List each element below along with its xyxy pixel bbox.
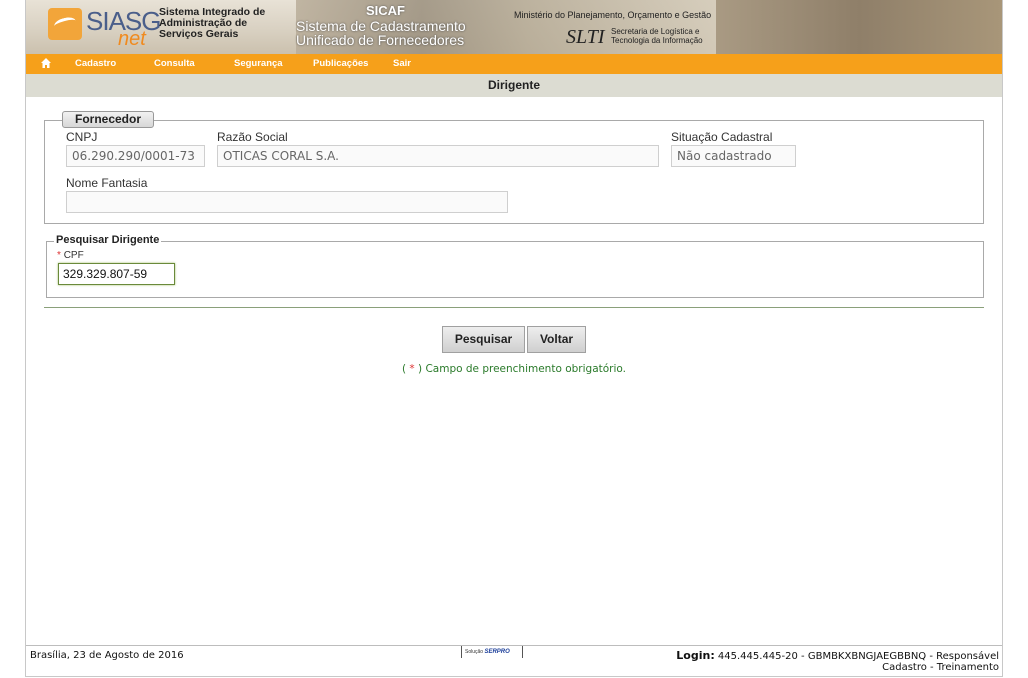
- sicaf-subtitle: Sistema de Cadastramento Unificado de Fo…: [296, 19, 466, 47]
- nome-fantasia-field: [66, 191, 508, 213]
- login-value: 445.445.445-20 - GBMBKXBNGJAEGBBNQ - Res…: [714, 651, 999, 662]
- page-frame: SIASG net Sistema Integrado de Administr…: [25, 0, 1003, 677]
- voltar-button[interactable]: Voltar: [527, 326, 586, 353]
- situacao-field: Não cadastrado: [671, 145, 796, 167]
- pesquisar-fieldset: [46, 241, 984, 298]
- razao-social-label: Razão Social: [217, 130, 288, 144]
- menu-sair[interactable]: Sair: [393, 58, 411, 69]
- slti-text-line: Secretaria de Logística e: [611, 27, 700, 36]
- siasg-logo: SIASG net: [48, 6, 161, 50]
- required-mark: *: [57, 250, 61, 261]
- login-line-1: Login: 445.445.445-20 - GBMBKXBNGJAEGBBN…: [676, 650, 999, 662]
- system-name: Sistema Integrado de Administração de Se…: [159, 7, 265, 40]
- serpro-logo: Solução SERPRO: [461, 646, 523, 658]
- cnpj-label: CNPJ: [66, 130, 98, 144]
- sicaf-subtitle-line: Unificado de Fornecedores: [296, 32, 465, 48]
- home-icon-svg: [41, 58, 51, 68]
- pesquisar-button[interactable]: Pesquisar: [442, 326, 525, 353]
- ministerio-text: Ministério do Planejamento, Orçamento e …: [514, 10, 712, 20]
- header-banner: SIASG net Sistema Integrado de Administr…: [26, 0, 1002, 54]
- login-line-2: Cadastro - Treinamento: [882, 662, 999, 673]
- cpf-label: CPF: [63, 250, 84, 261]
- cnpj-field: 06.290.290/0001-73: [66, 145, 205, 167]
- menu-publicacoes[interactable]: Publicações: [313, 58, 368, 69]
- menu-seguranca[interactable]: Segurança: [234, 58, 283, 69]
- slti-text-line: Tecnologia da Informação: [611, 36, 703, 45]
- fornecedor-legend: Fornecedor: [62, 111, 154, 128]
- slti-text: Secretaria de Logística e Tecnologia da …: [611, 27, 703, 45]
- menu-bar: Cadastro Consulta Segurança Publicações …: [26, 54, 1002, 74]
- sun-logo-icon: [48, 8, 82, 40]
- pesquisar-legend: Pesquisar Dirigente: [54, 234, 162, 246]
- slti-logo: SLTI: [566, 26, 605, 48]
- login-label: Login:: [676, 649, 715, 662]
- serpro-small: Solução: [465, 649, 484, 655]
- menu-cadastro[interactable]: Cadastro: [75, 58, 116, 69]
- serpro-brand: SERPRO: [484, 649, 510, 655]
- sicaf-subtitle-line: Sistema de Cadastramento: [296, 18, 466, 34]
- nome-fantasia-label: Nome Fantasia: [66, 176, 148, 190]
- login-info: Login: 445.445.445-20 - GBMBKXBNGJAEGBBN…: [676, 650, 999, 673]
- system-name-line: Serviços Gerais: [159, 28, 239, 40]
- footer-date: Brasília, 23 de Agosto de 2016: [30, 650, 184, 661]
- menu-consulta[interactable]: Consulta: [154, 58, 195, 69]
- required-note: ( * ) Campo de preenchimento obrigatório…: [26, 363, 1002, 375]
- cpf-input[interactable]: [58, 263, 175, 285]
- situacao-label: Situação Cadastral: [671, 130, 773, 144]
- header-photo-right: [716, 0, 1002, 54]
- cpf-label-wrap: * CPF: [57, 250, 84, 261]
- page-title: Dirigente: [487, 78, 540, 92]
- logo-net: net: [118, 28, 146, 50]
- note-text: ) Campo de preenchimento obrigatório.: [414, 363, 626, 375]
- sicaf-title: SICAF: [366, 3, 405, 18]
- home-icon[interactable]: [39, 57, 53, 71]
- razao-social-field: OTICAS CORAL S.A.: [217, 145, 659, 167]
- title-bar: Dirigente: [26, 74, 1002, 97]
- divider: [44, 307, 984, 308]
